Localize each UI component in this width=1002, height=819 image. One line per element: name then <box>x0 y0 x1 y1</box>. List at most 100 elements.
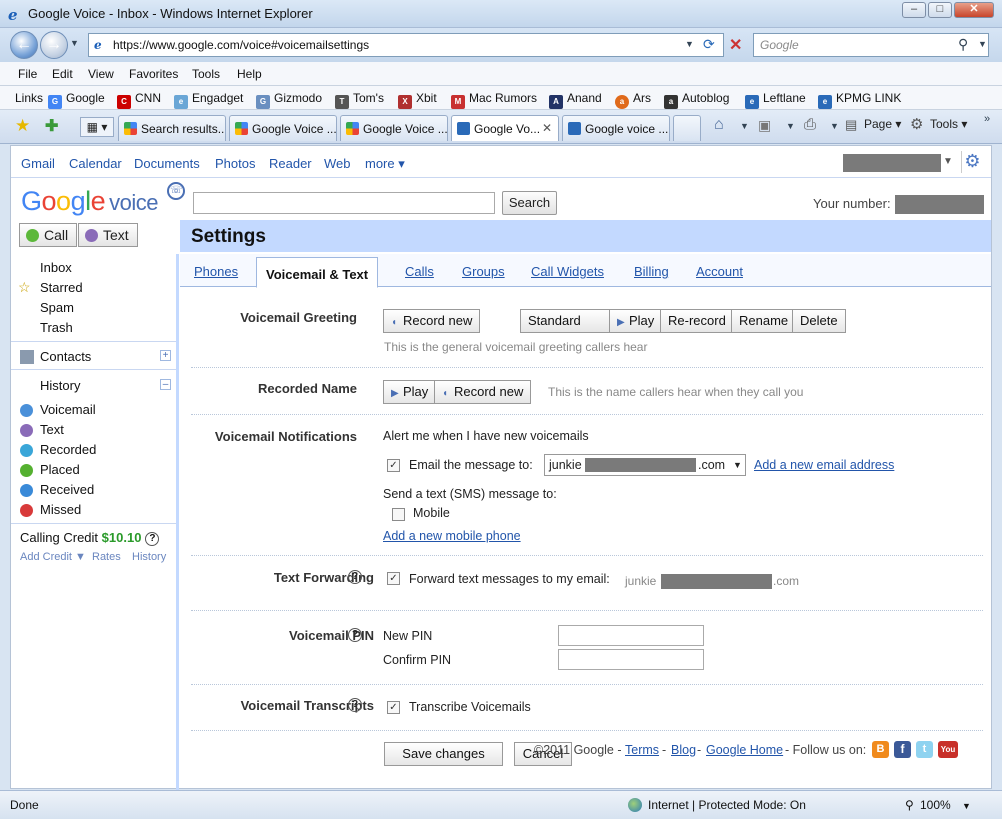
add-credit-link[interactable]: Add Credit ▼ <box>20 551 86 563</box>
nav-history[interactable]: History <box>40 378 80 393</box>
address-bar[interactable]: e https://www.google.com/voice#voicemail… <box>88 33 724 57</box>
nav-missed[interactable]: Missed <box>20 502 81 517</box>
link-google[interactable]: G Google <box>48 91 105 109</box>
link-anand[interactable]: A Anand <box>549 91 602 109</box>
twitter-icon[interactable]: t <box>916 741 933 758</box>
link-cnn[interactable]: C CNN <box>117 91 161 109</box>
play-name-button[interactable]: ▶ Play <box>383 380 437 404</box>
email-checkbox[interactable]: ✓ <box>387 459 400 472</box>
gbar-documents[interactable]: Documents <box>134 156 200 171</box>
page-menu[interactable]: Page ▾ <box>864 117 901 131</box>
nav-placed[interactable]: Placed <box>20 462 80 477</box>
menu-edit[interactable]: Edit <box>52 67 73 81</box>
search-dropdown-icon[interactable]: ▼ <box>978 39 987 49</box>
gbar-calendar[interactable]: Calendar <box>69 156 122 171</box>
link-toms[interactable]: T Tom's <box>335 91 384 109</box>
stop-icon[interactable]: ✕ <box>729 35 742 55</box>
call-button[interactable]: Call <box>19 223 78 247</box>
gbar-photos[interactable]: Photos <box>215 156 255 171</box>
facebook-icon[interactable]: f <box>894 741 911 758</box>
forward-button[interactable]: → <box>40 31 68 59</box>
link-gizmodo[interactable]: G Gizmodo <box>256 91 322 109</box>
nav-starred[interactable]: ☆ Starred <box>18 279 83 295</box>
confirm-pin-input[interactable] <box>558 649 704 670</box>
account-dropdown-icon[interactable]: ▼ <box>943 156 953 167</box>
youtube-icon[interactable]: You <box>938 741 958 758</box>
tab-calls[interactable]: Calls <box>405 264 434 279</box>
favorites-star-icon[interactable]: ★ <box>15 116 30 136</box>
rerecord-button[interactable]: Re-record <box>660 309 734 333</box>
close-window-button[interactable]: ✕ <box>954 2 994 18</box>
feeds-icon[interactable]: ▣ <box>758 117 771 134</box>
rename-button[interactable]: Rename <box>731 309 797 333</box>
gbar-gmail[interactable]: Gmail <box>21 156 55 171</box>
tab-phones[interactable]: Phones <box>194 264 238 279</box>
tab-account[interactable]: Account <box>696 264 743 279</box>
delete-button[interactable]: Delete <box>792 309 846 333</box>
close-tab-icon[interactable]: ✕ <box>542 121 552 135</box>
link-kpmg[interactable]: e KPMG LINK <box>818 91 901 109</box>
link-engadget[interactable]: e Engadget <box>174 91 243 109</box>
help-icon[interactable]: ? <box>348 628 362 642</box>
email-select[interactable]: junkie .com ▼ <box>544 454 746 476</box>
nav-received[interactable]: Received <box>20 482 94 497</box>
link-ars[interactable]: a Ars <box>615 91 651 109</box>
minimize-button[interactable]: – <box>902 2 926 18</box>
refresh-icon[interactable]: ⟳ <box>703 36 715 53</box>
home-icon[interactable]: ⌂ <box>714 116 724 134</box>
help-icon[interactable]: ? <box>348 698 362 712</box>
add-email-link[interactable]: Add a new email address <box>754 458 894 472</box>
greeting-select[interactable]: Standard <box>520 309 610 333</box>
terms-link[interactable]: Terms <box>625 743 659 757</box>
voice-search-input[interactable] <box>193 192 495 214</box>
print-dropdown-icon[interactable]: ▼ <box>830 121 839 131</box>
nav-voicemail[interactable]: Voicemail <box>20 402 96 417</box>
nav-contacts[interactable]: Contacts <box>20 349 91 364</box>
transcribe-checkbox[interactable]: ✓ <box>387 701 400 714</box>
google-voice-logo[interactable]: Google voice ☏ <box>21 182 185 217</box>
blog-link[interactable]: Blog <box>671 743 696 757</box>
record-new-name-button[interactable]: ◖ Record new <box>434 380 532 404</box>
nav-inbox[interactable]: Inbox <box>40 260 72 275</box>
link-autoblog[interactable]: a Autoblog <box>664 91 729 109</box>
blogger-icon[interactable]: B <box>872 741 889 758</box>
address-dropdown-icon[interactable]: ▼ <box>685 39 694 49</box>
text-button[interactable]: Text <box>78 223 138 247</box>
browser-tab-active[interactable]: Google Vo... ✕ <box>451 115 559 141</box>
link-leftlane[interactable]: e Leftlane <box>745 91 806 109</box>
expand-contacts-icon[interactable]: + <box>160 350 171 361</box>
home-dropdown-icon[interactable]: ▼ <box>740 121 749 131</box>
nav-recorded[interactable]: Recorded <box>20 442 96 457</box>
maximize-button[interactable]: □ <box>928 2 952 18</box>
history-dropdown-icon[interactable]: ▼ <box>70 38 79 48</box>
menu-favorites[interactable]: Favorites <box>129 67 178 81</box>
search-box[interactable]: Google ⚲ ▼ <box>753 33 989 57</box>
tab-billing[interactable]: Billing <box>634 264 669 279</box>
help-icon[interactable]: ? <box>145 532 160 546</box>
browser-tab[interactable]: Google Voice ... <box>340 115 448 141</box>
nav-trash[interactable]: Trash <box>40 320 73 335</box>
mobile-checkbox[interactable] <box>392 508 405 521</box>
browser-tab[interactable]: Google voice ... <box>562 115 670 141</box>
browser-tab[interactable]: Google Voice ... <box>229 115 337 141</box>
search-button[interactable]: Search <box>502 191 557 215</box>
help-icon[interactable]: ? <box>348 570 362 584</box>
tab-call-widgets[interactable]: Call Widgets <box>531 264 604 279</box>
back-button[interactable]: ← <box>10 31 38 59</box>
record-new-greeting-button[interactable]: ◖ Record new <box>383 309 481 333</box>
new-pin-input[interactable] <box>558 625 704 646</box>
tab-voicemail-text[interactable]: Voicemail & Text <box>256 257 379 288</box>
gbar-reader[interactable]: Reader <box>269 156 312 171</box>
security-zone[interactable]: Internet | Protected Mode: On <box>648 798 806 812</box>
history-link[interactable]: History <box>132 551 166 563</box>
forward-checkbox[interactable]: ✓ <box>387 572 400 585</box>
search-icon[interactable]: ⚲ <box>958 36 968 53</box>
link-xbit[interactable]: X Xbit <box>398 91 437 109</box>
menu-file[interactable]: File <box>18 67 37 81</box>
save-changes-button[interactable]: Save changes <box>384 742 503 766</box>
tab-groups[interactable]: Groups <box>462 264 505 279</box>
collapse-history-icon[interactable]: – <box>160 379 171 390</box>
quick-tabs-icon[interactable]: ▦ ▾ <box>80 117 114 137</box>
gbar-more[interactable]: more ▾ <box>365 156 405 172</box>
new-tab-button[interactable] <box>673 115 701 141</box>
